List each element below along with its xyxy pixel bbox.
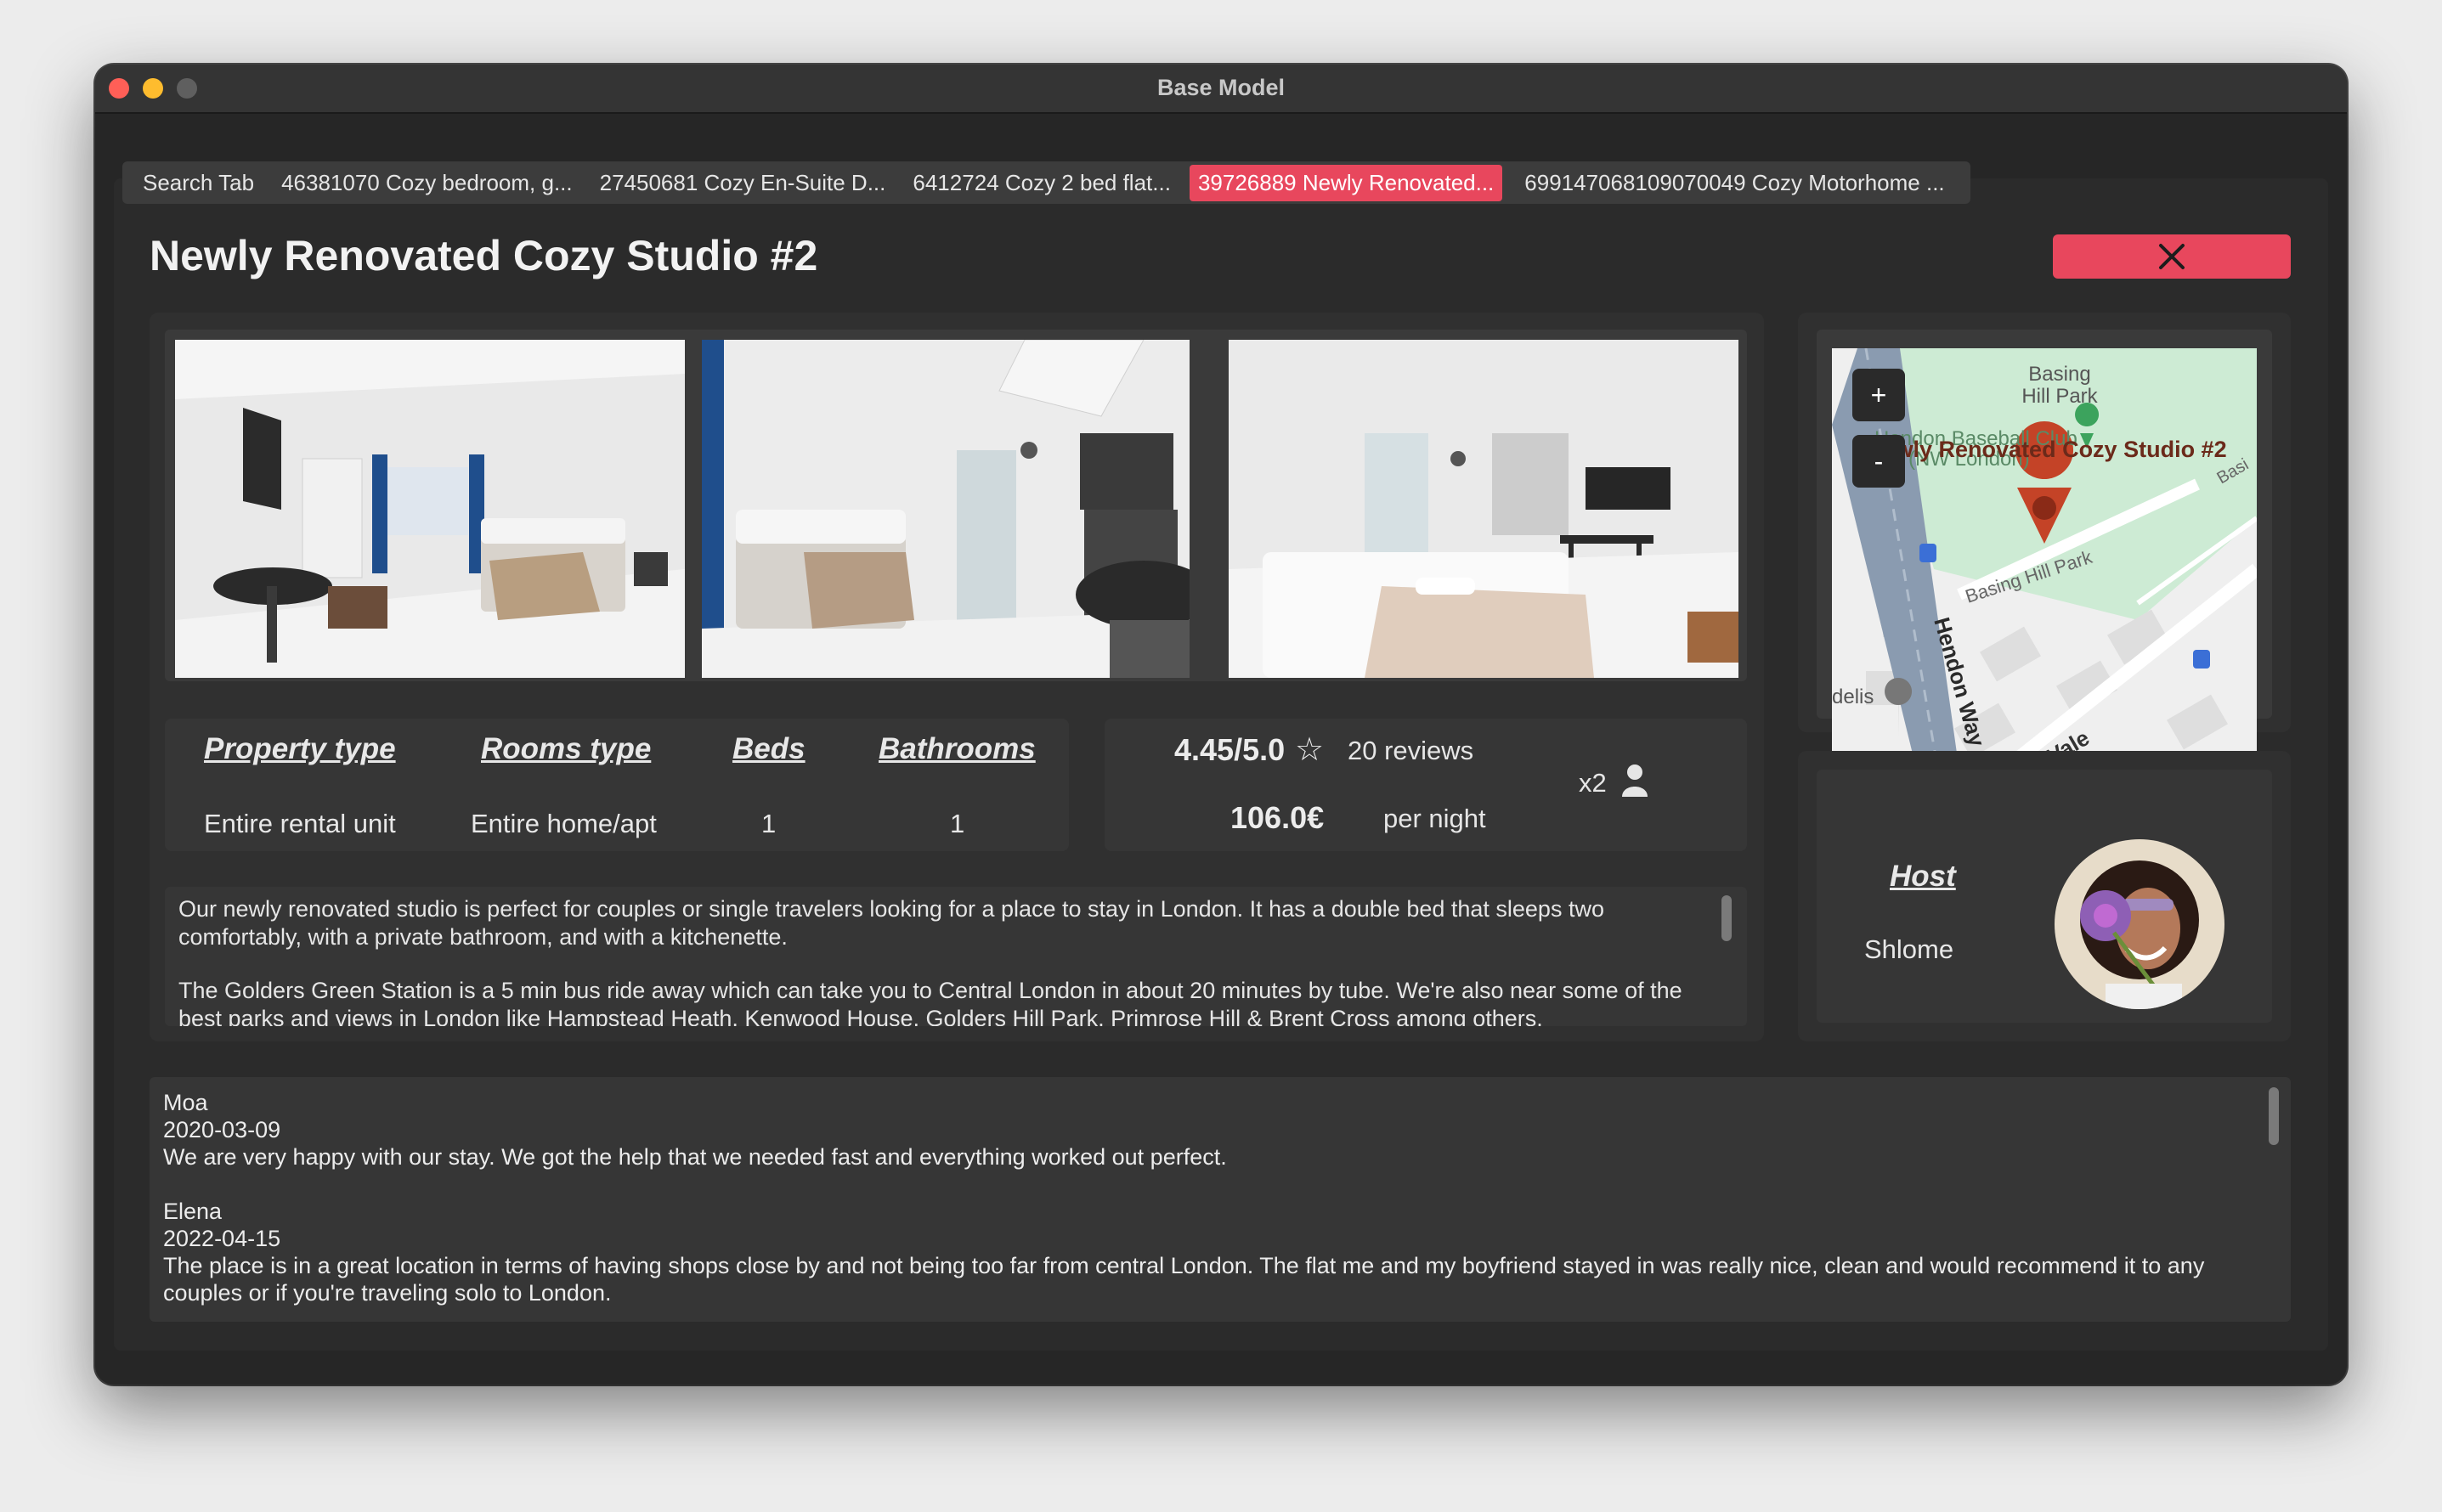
close-tab-button[interactable]: [2053, 234, 2291, 279]
property-type-value: Entire rental unit: [204, 809, 396, 838]
price-value: 106.0€: [1230, 800, 1325, 835]
beds-header: Beds: [732, 732, 806, 765]
reviews-count: 20 reviews: [1348, 736, 1474, 765]
review-2-author: Elena: [163, 1199, 223, 1224]
title-bar: Base Model: [95, 65, 2347, 114]
map-marker-label: Newly Renovated Cozy Studio #2: [1866, 437, 2227, 462]
review-1-author: Moa: [163, 1090, 208, 1115]
rooms-type-value: Entire home/apt: [471, 809, 657, 838]
window-title: Base Model: [1156, 75, 1286, 100]
description-paragraph-1: Our newly renovated studio is perfect fo…: [178, 896, 1604, 950]
review-2-date: 2022-04-15: [163, 1226, 281, 1251]
reviews-scrollbar[interactable]: [2269, 1087, 2279, 1145]
close-x-icon: [2159, 244, 2185, 269]
guest-count: x2: [1579, 768, 1607, 798]
property-type-header: Property type: [204, 732, 396, 765]
bedroom-photo-3[interactable]: [1229, 340, 1738, 678]
map-label-poi: delis: [1832, 685, 1874, 708]
map-zoom-out-button[interactable]: -: [1852, 435, 1905, 488]
tab-search[interactable]: Search Tab: [134, 165, 263, 201]
host-name: Shlome: [1864, 934, 1954, 964]
host-avatar[interactable]: [2055, 839, 2224, 1009]
map-label-park-line2: Hill Park: [2021, 385, 2098, 408]
listing-title: Newly Renovated Cozy Studio #2: [150, 232, 818, 279]
description-box[interactable]: Our newly renovated studio is perfect fo…: [165, 887, 1747, 1026]
bathrooms-value: 1: [950, 809, 965, 838]
tab-listing-46381070[interactable]: 46381070 Cozy bedroom, g...: [273, 165, 581, 201]
bathrooms-header: Bathrooms: [879, 732, 1036, 765]
review-2-text: The place is in a great location in term…: [163, 1253, 2205, 1306]
description-paragraph-2: The Golders Green Station is a 5 min bus…: [178, 978, 1682, 1026]
star-icon: ☆: [1295, 732, 1325, 768]
app-window: Base Model Search Tab 46381070 Cozy bedr…: [95, 65, 2347, 1385]
tab-listing-39726889[interactable]: 39726889 Newly Renovated...: [1189, 164, 1503, 201]
bedroom-photo-1[interactable]: [175, 340, 685, 678]
review-1-text: We are very happy with our stay. We got …: [163, 1144, 1227, 1170]
tab-listing-699147068109070049[interactable]: 699147068109070049 Cozy Motorhome ...: [1516, 165, 1953, 201]
person-icon: [1622, 764, 1648, 797]
price-unit: per night: [1383, 804, 1486, 833]
host-label: Host: [1890, 860, 1956, 893]
description-scrollbar[interactable]: [1721, 895, 1732, 941]
reviews-list[interactable]: Moa 2020-03-09 We are very happy with ou…: [150, 1077, 2291, 1322]
map-label-park-line1: Basing: [2028, 363, 2090, 386]
tab-listing-6412724[interactable]: 6412724 Cozy 2 bed flat...: [904, 165, 1179, 201]
tab-listing-27450681[interactable]: 27450681 Cozy En-Suite D...: [591, 165, 895, 201]
map-zoom-in-button[interactable]: +: [1852, 369, 1905, 421]
rating-value: 4.45/5.0: [1174, 732, 1286, 767]
tab-bar: Search Tab 46381070 Cozy bedroom, g... 2…: [122, 161, 1970, 204]
beds-value: 1: [761, 809, 777, 838]
rooms-type-header: Rooms type: [481, 732, 652, 765]
bedroom-photo-2[interactable]: [702, 340, 1190, 678]
review-1-date: 2020-03-09: [163, 1117, 281, 1142]
